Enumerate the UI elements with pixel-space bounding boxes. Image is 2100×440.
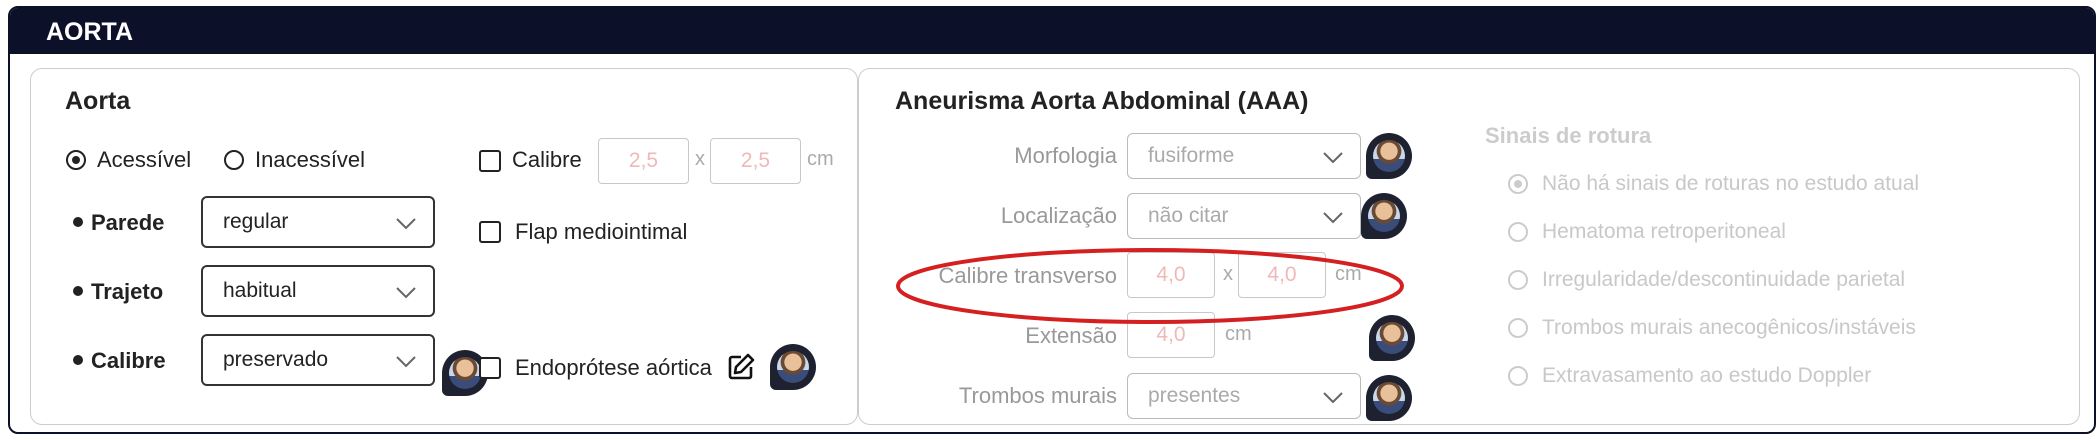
chevron-down-icon (1323, 392, 1343, 404)
panel-title: Aneurisma Aorta Abdominal (AAA) (895, 87, 1309, 115)
chevron-down-icon (396, 218, 416, 230)
rotura-option-0: Não há sinais de roturas no estudo atual (1542, 172, 1920, 195)
trajeto-select[interactable]: habitual (201, 265, 435, 317)
section-header: AORTA (10, 8, 2094, 54)
radio-inacessivel-label: Inacessível (255, 147, 366, 172)
flap-checkbox[interactable] (479, 221, 501, 243)
rotura-option-3: Trombos murais anecogênicos/instáveis (1542, 316, 1916, 339)
localizacao-label: Localização (1000, 203, 1117, 228)
radio-acessivel-label: Acessível (97, 147, 192, 172)
rotura-radio-1[interactable] (1508, 222, 1528, 242)
rotura-radio-4[interactable] (1508, 366, 1528, 386)
calibre-input-2[interactable]: 2,5 (710, 138, 801, 184)
trajeto-label: Trajeto (73, 279, 163, 305)
endoprotese-label: Endoprótese aórtica (515, 355, 712, 380)
avatar-icon[interactable] (1361, 193, 1407, 239)
parede-label: Parede (73, 210, 164, 236)
avatar-icon[interactable] (770, 344, 816, 390)
rotura-option-1: Hematoma retroperitoneal (1542, 220, 1786, 243)
panel-title: Aorta (65, 87, 131, 115)
annotation-ellipse (896, 248, 1404, 324)
trombos-label: Trombos murais (958, 383, 1117, 408)
calibre-input-1[interactable]: 2,5 (598, 138, 689, 184)
calibre-label: Calibre (73, 348, 166, 374)
rotura-radio-0[interactable] (1508, 174, 1528, 194)
rotura-option-2: Irregularidade/descontinuidade parietal (1542, 268, 1906, 291)
trombos-select[interactable]: presentes (1127, 373, 1361, 419)
chevron-down-icon (1323, 152, 1343, 164)
chevron-down-icon (396, 287, 416, 299)
bullet (73, 355, 83, 366)
localizacao-select[interactable]: não citar (1127, 193, 1361, 239)
rotura-option-4: Extravasamento ao estudo Doppler (1542, 364, 1872, 387)
avatar-icon[interactable] (1366, 133, 1412, 179)
radio-inacessivel[interactable] (224, 150, 244, 170)
morfologia-select[interactable]: fusiforme (1127, 133, 1361, 179)
aorta-section: AORTA Aorta Acessível Inacessível Parede… (8, 6, 2096, 434)
aorta-panel: Aorta Acessível Inacessível Parede regul… (30, 68, 858, 425)
parede-select[interactable]: regular (201, 196, 435, 248)
chevron-down-icon (1323, 212, 1343, 224)
calibre-check-label: Calibre (512, 147, 582, 172)
flap-label: Flap mediointimal (515, 219, 688, 244)
avatar-icon[interactable] (1366, 375, 1412, 421)
rotura-radio-2[interactable] (1508, 270, 1528, 290)
rotura-radio-3[interactable] (1508, 318, 1528, 338)
bullet (73, 217, 83, 228)
times-separator: x (695, 148, 705, 170)
edit-icon[interactable] (727, 353, 755, 381)
morfologia-label: Morfologia (1014, 143, 1117, 168)
radio-acessivel[interactable] (66, 150, 86, 170)
unit-label: cm (807, 148, 834, 170)
bullet (73, 286, 83, 297)
calibre-checkbox[interactable] (479, 150, 501, 172)
endoprotese-checkbox[interactable] (479, 357, 501, 379)
chevron-down-icon (396, 356, 416, 368)
rotura-title: Sinais de rotura (1485, 123, 1652, 148)
calibre-select[interactable]: preservado (201, 334, 435, 386)
